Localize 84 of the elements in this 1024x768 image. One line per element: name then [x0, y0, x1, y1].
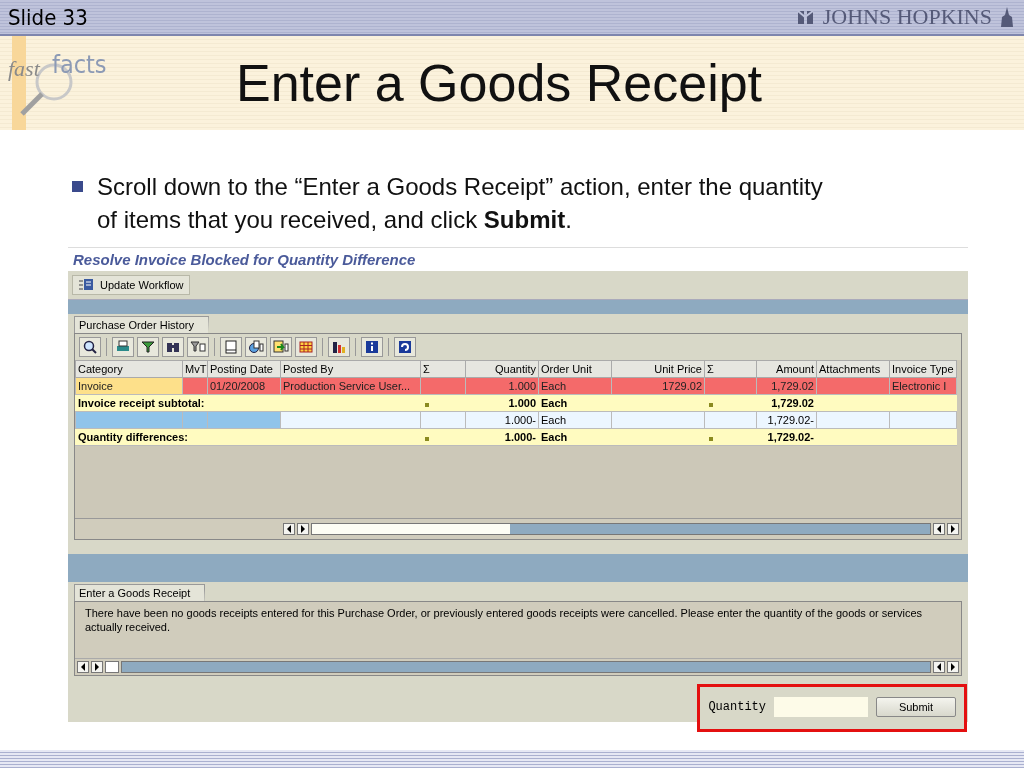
toolbar-button[interactable] [394, 337, 416, 357]
table-cell-text: 1,729.02 [771, 397, 814, 409]
arrow-right-icon [300, 525, 306, 533]
bullet-text: Scroll down to the “Enter a Goods Receipt” action, enter the quantity of items that you received, and click Submit. [97, 172, 824, 235]
bullet-icon [72, 181, 83, 192]
table-cell-text: 1,729.02- [767, 431, 814, 443]
arrow-left-icon [936, 663, 942, 671]
arrow-right-icon [950, 525, 956, 533]
total-marker-icon [709, 437, 713, 441]
table-cell-text: 1.000- [504, 431, 536, 443]
scroll-thumb[interactable] [105, 661, 119, 673]
toolbar-button[interactable] [137, 337, 159, 357]
column-header[interactable]: Σ [420, 360, 466, 378]
logo-icon [796, 9, 815, 25]
goods-receipt-tab[interactable]: Enter a Goods Receipt [74, 584, 206, 601]
slide-number: Slide 33 [8, 4, 88, 30]
total-marker-icon [425, 437, 429, 441]
scroll-track[interactable] [121, 661, 931, 673]
column-header[interactable]: Invoice Type [889, 360, 957, 378]
refresh-icon [397, 339, 413, 355]
quantity-label: Quantity [708, 700, 766, 714]
table-cell-text: Each [541, 380, 567, 392]
total-marker-icon [709, 403, 713, 407]
toolbar-button[interactable] [79, 337, 101, 357]
table-cell-text: 1,729.02- [767, 414, 814, 426]
table-cell-text: Production Service User... [283, 380, 411, 392]
toolbar-button[interactable] [245, 337, 267, 357]
column-header[interactable]: Σ [704, 360, 757, 378]
update-workflow-button[interactable]: Update Workflow [72, 275, 190, 295]
arrow-left-icon [286, 525, 292, 533]
column-header[interactable]: Quantity [465, 360, 539, 378]
globe-document-icon [248, 339, 264, 355]
page-heading: Resolve Invoice Blocked for Quantity Difference [68, 247, 968, 271]
table-cell-text: 1.000- [504, 414, 536, 426]
subtotal-label: Quantity differences: [78, 431, 189, 443]
export-icon [273, 339, 289, 355]
tower-icon [1000, 7, 1014, 27]
table-cell-text: 1.000 [508, 397, 536, 409]
column-header[interactable]: Unit Price [611, 360, 705, 378]
total-marker-icon [425, 403, 429, 407]
info-message: There have been no goods receipts entered for this Purchase Order, or previously entered goods receipts were cancelled. Please enter the quantity of the goods or services actually received. [84, 606, 924, 635]
table-cell-text: 1.000 [508, 380, 536, 392]
horizontal-scrollbar[interactable] [75, 658, 961, 675]
table-cell-text: 1,729.02 [771, 380, 814, 392]
quantity-field[interactable] [774, 697, 868, 717]
toolbar-button[interactable] [112, 337, 134, 357]
horizontal-scrollbar[interactable] [75, 518, 961, 539]
column-header[interactable]: Amount [756, 360, 817, 378]
column-header[interactable]: Order Unit [538, 360, 612, 378]
table-cell-text: Invoice [78, 380, 113, 392]
grid-icon [298, 339, 314, 355]
arrow-right-icon [94, 663, 100, 671]
toolbar-button[interactable] [187, 337, 209, 357]
column-header[interactable]: MvT [182, 360, 208, 378]
table-cell-text: Each [541, 397, 568, 409]
toolbar-button[interactable] [328, 337, 350, 357]
table-cell-text: 1729.02 [662, 380, 702, 392]
toolbar-button[interactable] [361, 337, 383, 357]
arrow-left-icon [80, 663, 86, 671]
table-cell-text: Electronic I [892, 380, 947, 392]
fast-facts-logo: fast facts [8, 48, 118, 118]
funnel-icon [140, 339, 156, 355]
workflow-icon [78, 278, 94, 292]
arrow-right-icon [950, 663, 956, 671]
slide-title: Enter a Goods Receipt [236, 53, 763, 113]
arrow-left-icon [936, 525, 942, 533]
history-tab[interactable]: Purchase Order History [74, 316, 209, 333]
subtotal-label: Invoice receipt subtotal: [78, 397, 205, 409]
toolbar-button[interactable] [162, 337, 184, 357]
column-header[interactable]: Category [75, 360, 183, 378]
bar-chart-icon [331, 339, 347, 355]
table-cell-text: Each [541, 431, 568, 443]
magnifier-icon [82, 339, 98, 355]
submit-button[interactable]: Submit [876, 697, 956, 717]
filter-menu-icon [190, 339, 206, 355]
table-cell-text: Each [541, 414, 567, 426]
brand-name: JOHNS HOPKINS [822, 4, 992, 30]
column-header[interactable]: Posted By [280, 360, 421, 378]
info-icon [364, 339, 380, 355]
column-header[interactable]: Attachments [816, 360, 890, 378]
toolbar-button[interactable] [295, 337, 317, 357]
document-icon [223, 339, 239, 355]
table-cell-text: 01/20/2008 [210, 380, 266, 392]
column-header[interactable]: Posting Date [207, 360, 281, 378]
